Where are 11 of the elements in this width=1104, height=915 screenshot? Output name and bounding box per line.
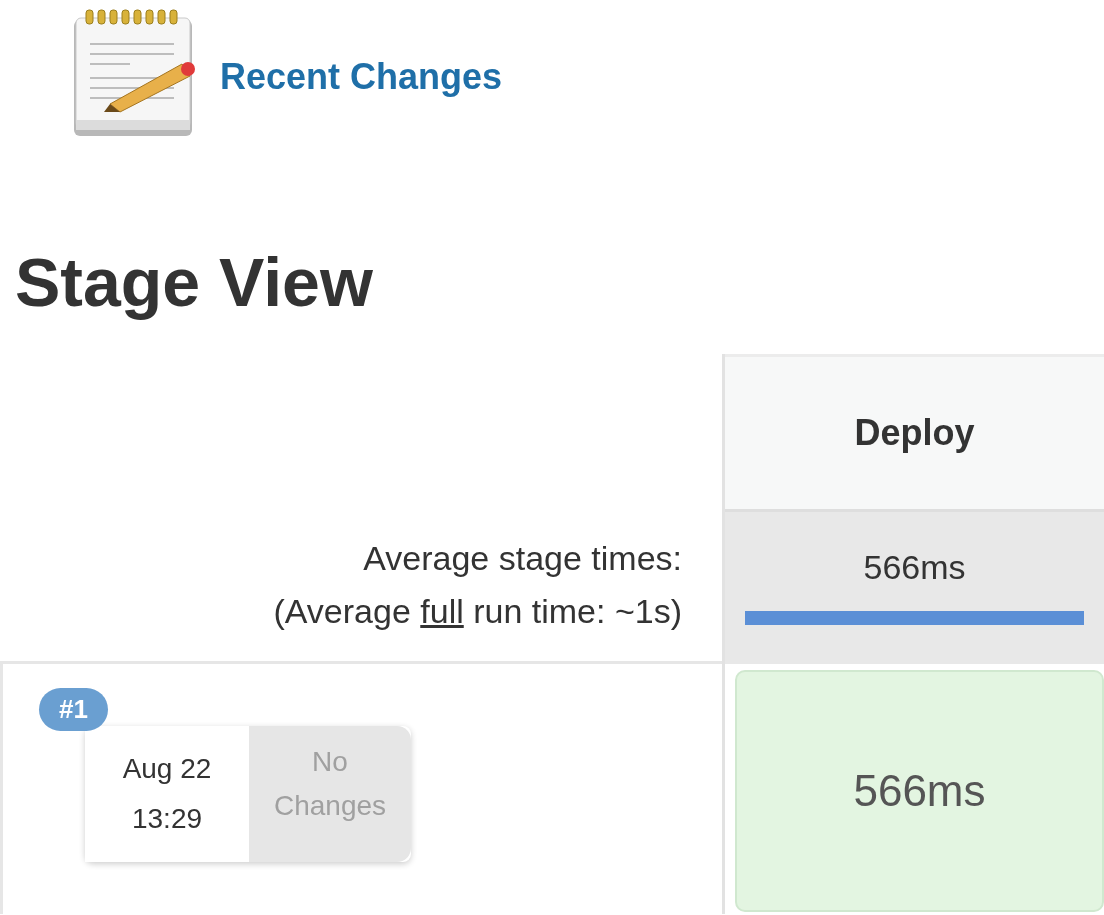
average-time: 566ms bbox=[863, 548, 966, 587]
build-number-badge[interactable]: #1 bbox=[39, 688, 108, 731]
full-link[interactable]: full bbox=[420, 592, 464, 630]
build-date: Aug 22 bbox=[122, 753, 212, 785]
build-time: 13:29 bbox=[131, 803, 203, 835]
average-stage-times-label: Average stage times: bbox=[363, 539, 682, 578]
average-run-time-note: (Average full run time: ~1s) bbox=[273, 592, 682, 631]
stage-result-cell[interactable]: 566ms bbox=[735, 670, 1104, 912]
page-heading: Stage View bbox=[15, 243, 374, 322]
recent-changes-link[interactable]: Recent Changes bbox=[220, 56, 503, 98]
stage-header: Deploy bbox=[725, 354, 1104, 509]
